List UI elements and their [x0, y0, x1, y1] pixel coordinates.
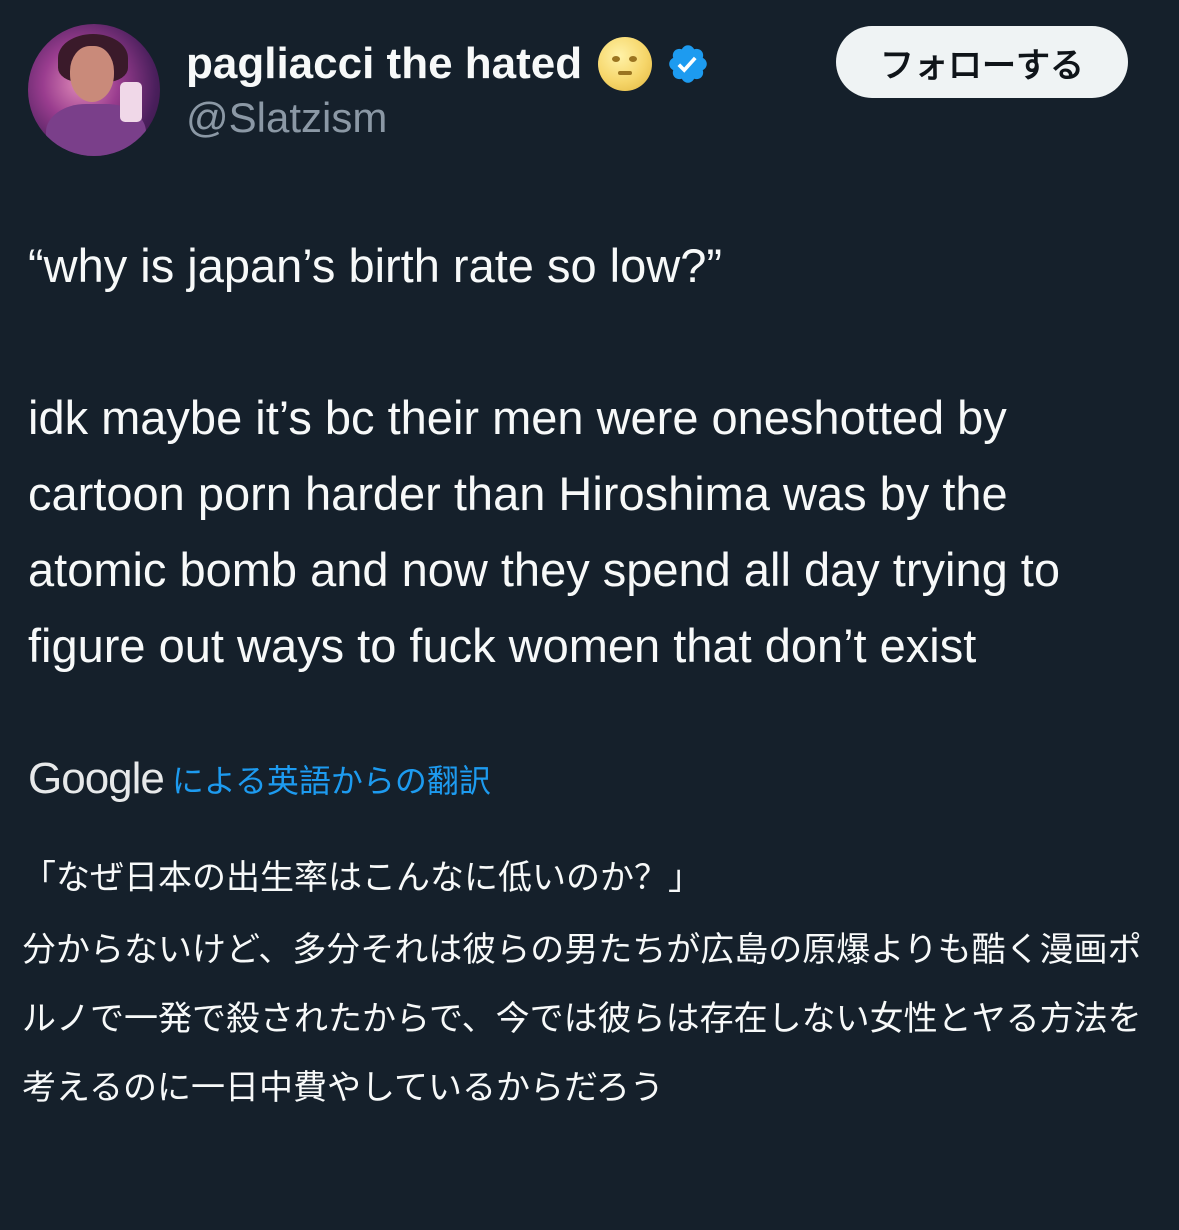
avatar-face: [70, 46, 114, 102]
tweet-text: “why is japan’s birth rate so low?” idk …: [28, 228, 1158, 684]
author-name-row: pagliacci the hated: [186, 36, 710, 92]
display-name[interactable]: pagliacci the hated: [186, 39, 582, 89]
translated-text-line: 「なぜ日本の出生率はこんなに低いのか？」: [22, 858, 702, 898]
full-moon-face-icon: [598, 37, 653, 91]
follow-button[interactable]: フォローする: [836, 26, 1128, 98]
tweet-text-line: “why is japan’s birth rate so low?”: [28, 239, 722, 292]
avatar-phone: [120, 82, 142, 122]
translated-text: 「なぜ日本の出生率はこんなに低いのか？」 分からないけど、多分それは彼らの男たち…: [22, 846, 1152, 1123]
tweet-header: pagliacci the hated @Slatzism フォローする: [0, 0, 1179, 180]
tweet-text-line: idk maybe it’s bc their men were oneshot…: [28, 391, 1060, 672]
translated-text-line: 分からないけど、多分それは彼らの男たちが広島の原爆よりも酷く漫画ポルノで一発で殺…: [22, 930, 1142, 1108]
author-handle[interactable]: @Slatzism: [186, 94, 387, 142]
verified-badge-icon[interactable]: [666, 42, 710, 86]
avatar[interactable]: [28, 24, 160, 156]
translation-attribution[interactable]: Google による英語からの翻訳: [28, 746, 491, 812]
google-logo: Google: [28, 754, 165, 803]
translation-link[interactable]: による英語からの翻訳: [172, 756, 491, 802]
